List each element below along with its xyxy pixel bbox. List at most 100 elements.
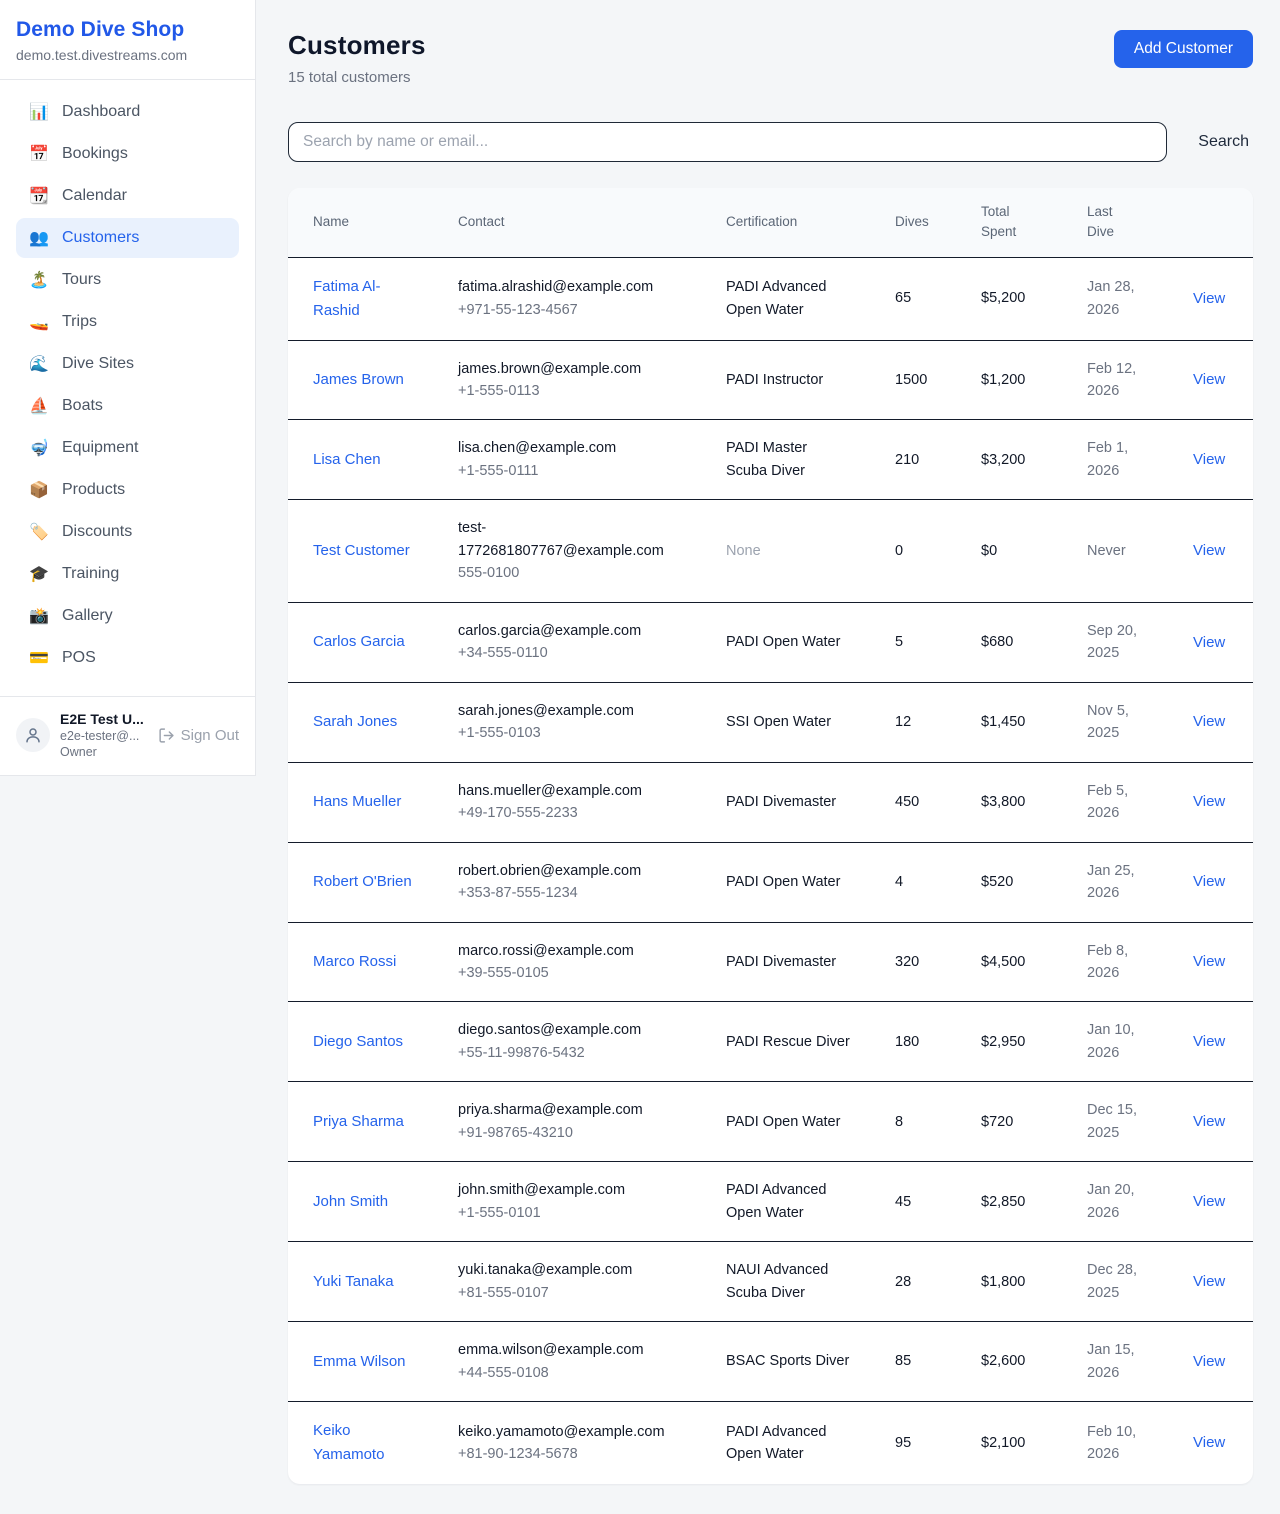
search-button[interactable]: Search: [1194, 125, 1253, 159]
view-customer-link[interactable]: View: [1193, 1033, 1225, 1050]
customer-row: John Smith john.smith@example.com +1-555…: [288, 1162, 1253, 1242]
customer-phone: +1-555-0113: [458, 380, 673, 402]
sidebar-nav-item[interactable]: 📊 Dashboard: [16, 92, 239, 132]
sidebar-nav-item[interactable]: 👥 Customers: [16, 218, 239, 258]
nav-item-label: Bookings: [62, 145, 128, 163]
view-customer-link[interactable]: View: [1193, 1113, 1225, 1130]
view-customer-link[interactable]: View: [1193, 1434, 1225, 1451]
last-dive-date: Sep 20, 2025: [1087, 620, 1151, 665]
col-header-actions: [1193, 188, 1253, 257]
customer-name-link[interactable]: Keiko Yamamoto: [313, 1419, 413, 1467]
dives-count: 8: [895, 1114, 903, 1130]
sidebar-nav-item[interactable]: 🏷️ Discounts: [16, 512, 239, 552]
sidebar-nav-item[interactable]: 🚤 Trips: [16, 302, 239, 342]
view-customer-link[interactable]: View: [1193, 290, 1225, 307]
certification-cell: PADI Advanced Open Water: [726, 276, 851, 321]
last-dive-date: Feb 1, 2026: [1087, 437, 1151, 482]
certification-cell: PADI Open Water: [726, 871, 851, 893]
view-customer-link[interactable]: View: [1193, 873, 1225, 890]
customer-name-link[interactable]: Priya Sharma: [313, 1110, 413, 1134]
customer-name-link[interactable]: Lisa Chen: [313, 448, 413, 472]
sidebar-header: Demo Dive Shop demo.test.divestreams.com: [0, 0, 255, 80]
customer-name-link[interactable]: Hans Mueller: [313, 790, 413, 814]
certification-cell: PADI Divemaster: [726, 791, 851, 813]
customer-name-link[interactable]: Carlos Garcia: [313, 630, 413, 654]
nav-item-icon: 🌊: [29, 354, 49, 374]
nav-item-icon: 💳: [29, 648, 49, 668]
customer-name-link[interactable]: Test Customer: [313, 539, 413, 563]
contact-cell: john.smith@example.com +1-555-0101: [458, 1179, 673, 1224]
sidebar-nav-item[interactable]: 🏝️ Tours: [16, 260, 239, 300]
customer-name-link[interactable]: Diego Santos: [313, 1030, 413, 1054]
customer-email: robert.obrien@example.com: [458, 860, 673, 882]
total-spent: $680: [981, 634, 1013, 650]
customer-email: lisa.chen@example.com: [458, 437, 673, 459]
customer-name-link[interactable]: James Brown: [313, 368, 413, 392]
nav-item-label: Products: [62, 481, 125, 499]
customer-name-link[interactable]: Yuki Tanaka: [313, 1270, 413, 1294]
shop-name: Demo Dive Shop: [16, 18, 239, 42]
search-input[interactable]: [288, 122, 1167, 162]
sidebar-nav-item[interactable]: 📦 Products: [16, 470, 239, 510]
total-spent: $520: [981, 874, 1013, 890]
contact-cell: marco.rossi@example.com +39-555-0105: [458, 940, 673, 985]
certification-cell: PADI Open Water: [726, 1111, 851, 1133]
customer-name-link[interactable]: Emma Wilson: [313, 1350, 413, 1374]
customer-row: Test Customer test-1772681807767@example…: [288, 500, 1253, 602]
sidebar-nav-item[interactable]: 📅 Bookings: [16, 134, 239, 174]
customer-row: Lisa Chen lisa.chen@example.com +1-555-0…: [288, 420, 1253, 500]
contact-cell: fatima.alrashid@example.com +971-55-123-…: [458, 276, 673, 321]
col-header-last-dive: Last Dive: [1087, 188, 1193, 257]
customer-phone: +34-555-0110: [458, 642, 673, 664]
customer-row: Priya Sharma priya.sharma@example.com +9…: [288, 1082, 1253, 1162]
customer-email: sarah.jones@example.com: [458, 700, 673, 722]
view-customer-link[interactable]: View: [1193, 371, 1225, 388]
sidebar-nav-item[interactable]: ⛵ Boats: [16, 386, 239, 426]
customer-name-link[interactable]: Fatima Al-Rashid: [313, 275, 413, 323]
nav-item-label: POS: [62, 649, 96, 667]
view-customer-link[interactable]: View: [1193, 713, 1225, 730]
customer-email: emma.wilson@example.com: [458, 1339, 673, 1361]
sidebar-nav-item[interactable]: 🌊 Dive Sites: [16, 344, 239, 384]
view-customer-link[interactable]: View: [1193, 634, 1225, 651]
table-header-row: Name Contact Certification Dives Total S…: [288, 188, 1253, 257]
customer-phone: +91-98765-43210: [458, 1122, 673, 1144]
customer-email: hans.mueller@example.com: [458, 780, 673, 802]
customer-name-link[interactable]: Robert O'Brien: [313, 870, 413, 894]
customer-phone: +353-87-555-1234: [458, 882, 673, 904]
view-customer-link[interactable]: View: [1193, 542, 1225, 559]
sidebar-nav-item[interactable]: 📸 Gallery: [16, 596, 239, 636]
sidebar-nav-item[interactable]: 🎓 Training: [16, 554, 239, 594]
customer-name-link[interactable]: Sarah Jones: [313, 710, 413, 734]
sidebar-nav-item[interactable]: 💳 POS: [16, 638, 239, 678]
view-customer-link[interactable]: View: [1193, 793, 1225, 810]
customer-row: Emma Wilson emma.wilson@example.com +44-…: [288, 1322, 1253, 1402]
certification-cell: PADI Open Water: [726, 631, 851, 653]
view-customer-link[interactable]: View: [1193, 1193, 1225, 1210]
view-customer-link[interactable]: View: [1193, 953, 1225, 970]
contact-cell: priya.sharma@example.com +91-98765-43210: [458, 1099, 673, 1144]
contact-cell: keiko.yamamoto@example.com +81-90-1234-5…: [458, 1421, 673, 1466]
nav-item-label: Tours: [62, 271, 101, 289]
customer-phone: +81-90-1234-5678: [458, 1443, 673, 1465]
customer-email: marco.rossi@example.com: [458, 940, 673, 962]
view-customer-link[interactable]: View: [1193, 1273, 1225, 1290]
nav-item-label: Training: [62, 565, 119, 583]
view-customer-link[interactable]: View: [1193, 1353, 1225, 1370]
total-spent: $1,450: [981, 714, 1025, 730]
sidebar-nav-item[interactable]: 🤿 Equipment: [16, 428, 239, 468]
main-content: Customers 15 total customers Add Custome…: [256, 0, 1280, 1514]
sidebar-nav-item[interactable]: 📆 Calendar: [16, 176, 239, 216]
sign-out-button[interactable]: Sign Out: [158, 727, 239, 744]
last-dive-date: Jan 28, 2026: [1087, 276, 1151, 321]
dives-count: 210: [895, 452, 919, 468]
customer-phone: +1-555-0103: [458, 722, 673, 744]
add-customer-button[interactable]: Add Customer: [1114, 30, 1253, 68]
customer-name-link[interactable]: John Smith: [313, 1190, 413, 1214]
customer-name-link[interactable]: Marco Rossi: [313, 950, 413, 974]
customer-row: Diego Santos diego.santos@example.com +5…: [288, 1002, 1253, 1082]
customer-phone: +81-555-0107: [458, 1282, 673, 1304]
view-customer-link[interactable]: View: [1193, 451, 1225, 468]
last-dive-date: Jan 20, 2026: [1087, 1179, 1151, 1224]
col-header-certification: Certification: [726, 188, 895, 257]
